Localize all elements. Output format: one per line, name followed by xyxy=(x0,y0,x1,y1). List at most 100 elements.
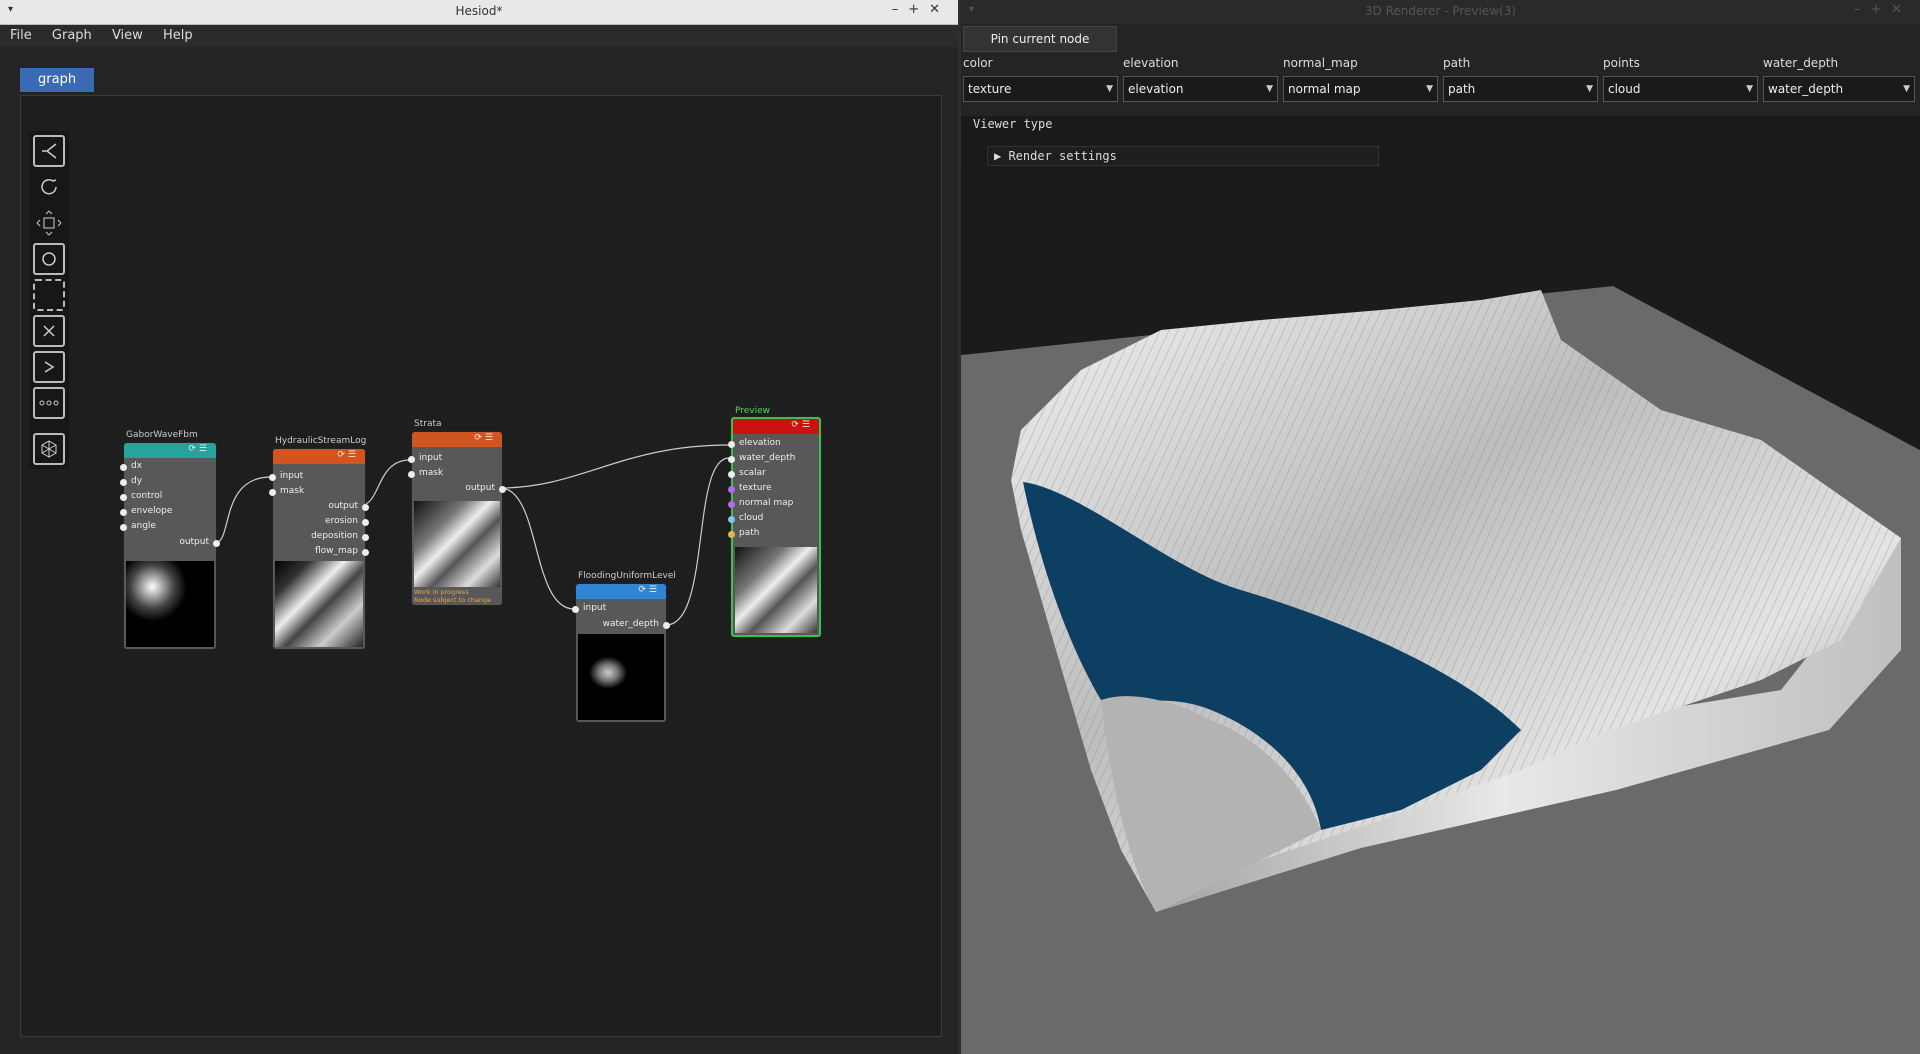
select-value: water_depth xyxy=(1768,82,1844,96)
window-title: 3D Renderer - Preview(3) xyxy=(1364,4,1517,18)
node-refresh-icon[interactable]: ⟳☰ xyxy=(791,420,813,430)
graph-canvas[interactable]: GaborWaveFbm ⟳☰ dx dy control envelope a… xyxy=(20,95,942,1037)
field-water-depth: water_depth water_depth ▼ xyxy=(1763,56,1915,102)
node-editor-window: ▾ Hesiod* –+✕ File Graph View Help graph xyxy=(0,0,961,1054)
port-dot[interactable] xyxy=(728,501,735,508)
node-header: ⟳☰ xyxy=(733,419,819,434)
node-refresh-icon[interactable]: ⟳☰ xyxy=(188,444,210,454)
field-elevation: elevation elevation ▼ xyxy=(1123,56,1278,102)
right-titlebar: ▾ 3D Renderer - Preview(3) –+✕ xyxy=(961,0,1920,25)
chevron-down-icon: ▼ xyxy=(1586,84,1593,94)
port-dot[interactable] xyxy=(408,456,415,463)
port-label: output xyxy=(179,537,209,547)
port-label: scalar xyxy=(739,468,766,478)
node-header: ⟳☰ xyxy=(576,584,666,599)
node-refresh-icon[interactable]: ⟳☰ xyxy=(337,450,359,460)
port-dot[interactable] xyxy=(120,479,127,486)
port-dot[interactable] xyxy=(408,471,415,478)
node-preview-thumbnail xyxy=(414,501,500,587)
port-dot[interactable] xyxy=(269,489,276,496)
select-value: cloud xyxy=(1608,82,1641,96)
port-label: input xyxy=(419,453,443,463)
port-dot[interactable] xyxy=(362,534,369,541)
node-strata[interactable]: Strata ⟳☰ input mask output Work in prog… xyxy=(408,419,506,605)
color-select[interactable]: texture ▼ xyxy=(963,76,1118,102)
port-label: elevation xyxy=(739,438,781,448)
3d-viewport[interactable] xyxy=(961,170,1920,1054)
port-dot[interactable] xyxy=(663,622,670,629)
node-gabor-wave-fbm[interactable]: GaborWaveFbm ⟳☰ dx dy control envelope a… xyxy=(120,430,220,649)
left-titlebar: ▾ Hesiod* –+✕ xyxy=(0,0,958,25)
chevron-down-icon: ▼ xyxy=(1106,84,1113,94)
node-flooding-uniform-level[interactable]: FloodingUniformLevel ⟳☰ input water_dept… xyxy=(572,571,676,722)
field-path: path path ▼ xyxy=(1443,56,1598,102)
port-dot[interactable] xyxy=(120,524,127,531)
port-dot[interactable] xyxy=(572,606,579,613)
port-dot[interactable] xyxy=(728,486,735,493)
select-value: texture xyxy=(968,82,1012,96)
port-dot[interactable] xyxy=(728,471,735,478)
window-controls[interactable]: –+✕ xyxy=(1854,2,1912,17)
normal-map-select[interactable]: normal map ▼ xyxy=(1283,76,1438,102)
port-label: input xyxy=(280,471,304,481)
renderer-window: ▾ 3D Renderer - Preview(3) –+✕ Pin curre… xyxy=(961,0,1920,1054)
port-dot[interactable] xyxy=(120,494,127,501)
node-preview-thumbnail xyxy=(275,561,363,647)
node-hydraulic-stream-log[interactable]: HydraulicStreamLog ⟳☰ input mask output … xyxy=(269,436,369,649)
port-label: normal map xyxy=(739,498,794,508)
chevron-down-icon: ▼ xyxy=(1266,84,1273,94)
port-label: angle xyxy=(131,521,156,531)
select-value: path xyxy=(1448,82,1476,96)
menu-graph[interactable]: Graph xyxy=(52,25,92,47)
field-label: water_depth xyxy=(1763,56,1839,70)
port-dot[interactable] xyxy=(728,531,735,538)
port-label: path xyxy=(739,528,760,538)
node-note: Work in progress xyxy=(414,588,469,596)
field-color: color texture ▼ xyxy=(963,56,1118,102)
node-title: HydraulicStreamLog xyxy=(275,436,367,446)
node-refresh-icon[interactable]: ⟳☰ xyxy=(474,433,496,443)
menu-view[interactable]: View xyxy=(112,25,143,47)
expand-arrow-icon: ▶ xyxy=(994,149,1009,163)
field-label: path xyxy=(1443,56,1471,70)
port-dot[interactable] xyxy=(728,441,735,448)
node-preview[interactable]: Preview ⟳☰ elevation water_depth scalar … xyxy=(728,406,821,637)
port-dot[interactable] xyxy=(269,474,276,481)
path-select[interactable]: path ▼ xyxy=(1443,76,1598,102)
node-header: ⟳☰ xyxy=(124,443,216,458)
tab-graph[interactable]: graph xyxy=(20,68,95,92)
port-dot[interactable] xyxy=(728,456,735,463)
chevron-down-icon: ▼ xyxy=(1746,84,1753,94)
port-dot[interactable] xyxy=(499,486,506,493)
node-refresh-icon[interactable]: ⟳☰ xyxy=(638,585,660,595)
port-dot[interactable] xyxy=(362,504,369,511)
menu-help[interactable]: Help xyxy=(163,25,193,47)
port-dot[interactable] xyxy=(362,549,369,556)
node-preview-thumbnail xyxy=(126,561,214,647)
render-settings-collapsible[interactable]: ▶ Render settings xyxy=(987,146,1379,166)
field-label: points xyxy=(1603,56,1640,70)
port-label: texture xyxy=(739,483,772,493)
chevron-down-icon: ▼ xyxy=(1903,84,1910,94)
menu-file[interactable]: File xyxy=(10,25,32,47)
node-title: GaborWaveFbm xyxy=(126,430,198,440)
window-controls[interactable]: –+✕ xyxy=(892,2,950,17)
pin-current-node-button[interactable]: Pin current node xyxy=(963,26,1117,52)
tab-bar: graph xyxy=(20,68,95,92)
port-label: envelope xyxy=(131,506,173,516)
port-dot[interactable] xyxy=(728,516,735,523)
viewer-type-label: Viewer type xyxy=(973,117,1053,131)
node-header: ⟳☰ xyxy=(273,449,365,464)
port-dot[interactable] xyxy=(120,464,127,471)
port-dot[interactable] xyxy=(362,519,369,526)
water-depth-select[interactable]: water_depth ▼ xyxy=(1763,76,1915,102)
port-label: control xyxy=(131,491,163,501)
port-label: mask xyxy=(419,468,444,478)
port-dot[interactable] xyxy=(213,540,220,547)
port-label: deposition xyxy=(311,531,358,541)
elevation-select[interactable]: elevation ▼ xyxy=(1123,76,1278,102)
points-select[interactable]: cloud ▼ xyxy=(1603,76,1758,102)
render-settings-label: Render settings xyxy=(1008,149,1117,163)
port-dot[interactable] xyxy=(120,509,127,516)
renderer-controls: Pin current node color texture ▼ elevatio… xyxy=(961,24,1920,116)
